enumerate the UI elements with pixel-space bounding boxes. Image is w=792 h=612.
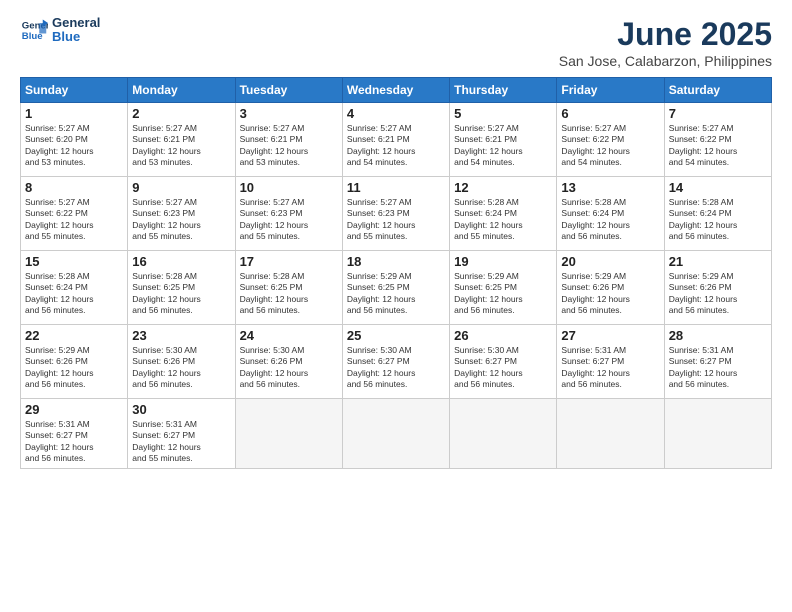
table-row: 10Sunrise: 5:27 AMSunset: 6:23 PMDayligh… <box>235 177 342 251</box>
table-row: 14Sunrise: 5:28 AMSunset: 6:24 PMDayligh… <box>664 177 771 251</box>
table-row: 20Sunrise: 5:29 AMSunset: 6:26 PMDayligh… <box>557 251 664 325</box>
table-row: 15Sunrise: 5:28 AMSunset: 6:24 PMDayligh… <box>21 251 128 325</box>
table-row <box>342 399 449 469</box>
logo-blue: Blue <box>52 30 100 44</box>
title-area: June 2025 San Jose, Calabarzon, Philippi… <box>559 16 772 69</box>
table-row: 29Sunrise: 5:31 AMSunset: 6:27 PMDayligh… <box>21 399 128 469</box>
table-row: 30Sunrise: 5:31 AMSunset: 6:27 PMDayligh… <box>128 399 235 469</box>
calendar-table: Sunday Monday Tuesday Wednesday Thursday… <box>20 77 772 469</box>
calendar-row: 29Sunrise: 5:31 AMSunset: 6:27 PMDayligh… <box>21 399 772 469</box>
calendar-header-row: Sunday Monday Tuesday Wednesday Thursday… <box>21 78 772 103</box>
calendar-row: 22Sunrise: 5:29 AMSunset: 6:26 PMDayligh… <box>21 325 772 399</box>
calendar-row: 1Sunrise: 5:27 AMSunset: 6:20 PMDaylight… <box>21 103 772 177</box>
table-row <box>235 399 342 469</box>
calendar-row: 15Sunrise: 5:28 AMSunset: 6:24 PMDayligh… <box>21 251 772 325</box>
logo-icon: General Blue <box>20 16 48 44</box>
table-row: 22Sunrise: 5:29 AMSunset: 6:26 PMDayligh… <box>21 325 128 399</box>
header-saturday: Saturday <box>664 78 771 103</box>
header-thursday: Thursday <box>450 78 557 103</box>
table-row: 1Sunrise: 5:27 AMSunset: 6:20 PMDaylight… <box>21 103 128 177</box>
header-tuesday: Tuesday <box>235 78 342 103</box>
table-row: 19Sunrise: 5:29 AMSunset: 6:25 PMDayligh… <box>450 251 557 325</box>
table-row: 7Sunrise: 5:27 AMSunset: 6:22 PMDaylight… <box>664 103 771 177</box>
calendar-subtitle: San Jose, Calabarzon, Philippines <box>559 53 772 69</box>
table-row: 9Sunrise: 5:27 AMSunset: 6:23 PMDaylight… <box>128 177 235 251</box>
table-row: 24Sunrise: 5:30 AMSunset: 6:26 PMDayligh… <box>235 325 342 399</box>
table-row: 27Sunrise: 5:31 AMSunset: 6:27 PMDayligh… <box>557 325 664 399</box>
table-row: 2Sunrise: 5:27 AMSunset: 6:21 PMDaylight… <box>128 103 235 177</box>
table-row: 11Sunrise: 5:27 AMSunset: 6:23 PMDayligh… <box>342 177 449 251</box>
table-row: 4Sunrise: 5:27 AMSunset: 6:21 PMDaylight… <box>342 103 449 177</box>
table-row: 23Sunrise: 5:30 AMSunset: 6:26 PMDayligh… <box>128 325 235 399</box>
table-row: 12Sunrise: 5:28 AMSunset: 6:24 PMDayligh… <box>450 177 557 251</box>
header-monday: Monday <box>128 78 235 103</box>
header-friday: Friday <box>557 78 664 103</box>
header-wednesday: Wednesday <box>342 78 449 103</box>
header-sunday: Sunday <box>21 78 128 103</box>
logo: General Blue General Blue <box>20 16 100 45</box>
table-row <box>450 399 557 469</box>
calendar-title: June 2025 <box>559 16 772 53</box>
table-row: 3Sunrise: 5:27 AMSunset: 6:21 PMDaylight… <box>235 103 342 177</box>
table-row: 6Sunrise: 5:27 AMSunset: 6:22 PMDaylight… <box>557 103 664 177</box>
calendar-page: General Blue General Blue June 2025 San … <box>0 0 792 612</box>
table-row: 5Sunrise: 5:27 AMSunset: 6:21 PMDaylight… <box>450 103 557 177</box>
table-row: 17Sunrise: 5:28 AMSunset: 6:25 PMDayligh… <box>235 251 342 325</box>
calendar-row: 8Sunrise: 5:27 AMSunset: 6:22 PMDaylight… <box>21 177 772 251</box>
table-row <box>557 399 664 469</box>
table-row: 26Sunrise: 5:30 AMSunset: 6:27 PMDayligh… <box>450 325 557 399</box>
table-row: 25Sunrise: 5:30 AMSunset: 6:27 PMDayligh… <box>342 325 449 399</box>
table-row: 21Sunrise: 5:29 AMSunset: 6:26 PMDayligh… <box>664 251 771 325</box>
table-row: 16Sunrise: 5:28 AMSunset: 6:25 PMDayligh… <box>128 251 235 325</box>
table-row: 8Sunrise: 5:27 AMSunset: 6:22 PMDaylight… <box>21 177 128 251</box>
logo-general: General <box>52 16 100 30</box>
header-area: General Blue General Blue June 2025 San … <box>20 16 772 69</box>
table-row: 18Sunrise: 5:29 AMSunset: 6:25 PMDayligh… <box>342 251 449 325</box>
table-row: 13Sunrise: 5:28 AMSunset: 6:24 PMDayligh… <box>557 177 664 251</box>
table-row: 28Sunrise: 5:31 AMSunset: 6:27 PMDayligh… <box>664 325 771 399</box>
table-row <box>664 399 771 469</box>
